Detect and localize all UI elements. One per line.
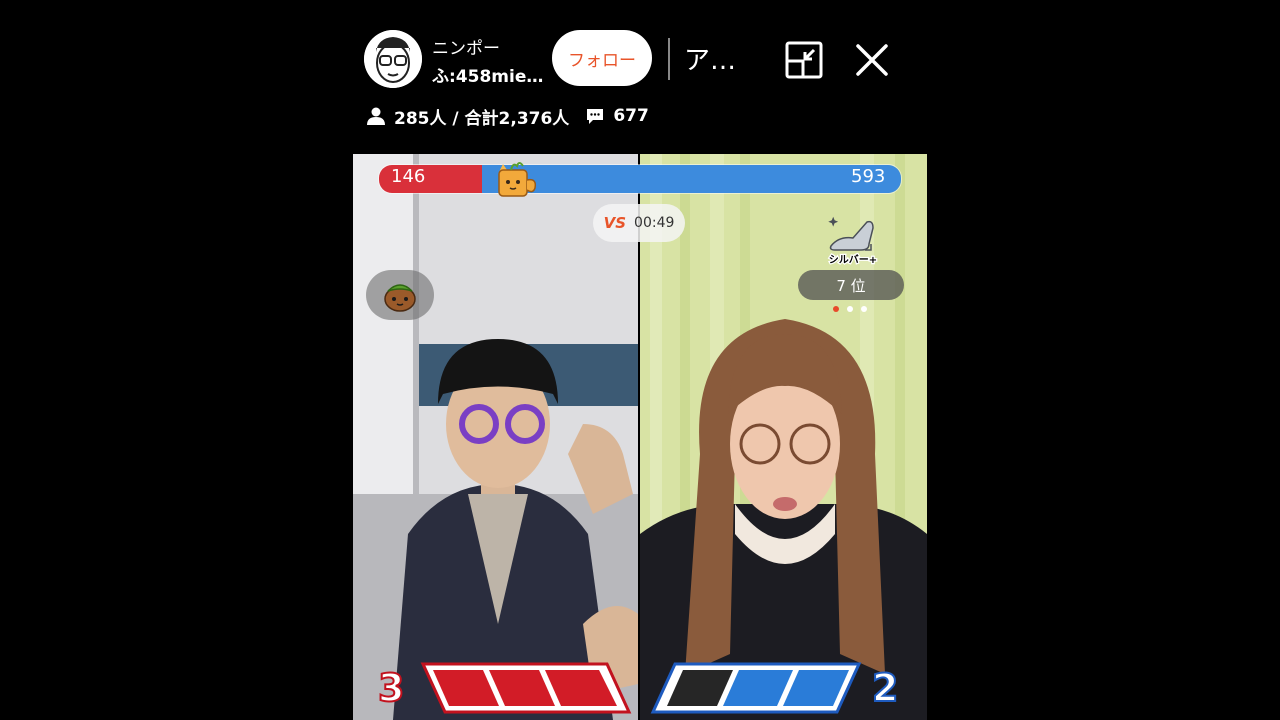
person-icon bbox=[367, 107, 385, 125]
battle-stage: 146 593 VS 00:49 シルバー+ 7 位 3 2 bbox=[353, 154, 927, 720]
carousel-dot bbox=[861, 306, 867, 312]
rank-badge-label: シルバー+ bbox=[829, 254, 877, 266]
left-win-streak-bar bbox=[420, 662, 632, 714]
battle-score-bar bbox=[378, 164, 902, 194]
follow-button[interactable]: フォロー bbox=[552, 30, 652, 86]
comment-count: 677 bbox=[613, 106, 649, 126]
vs-label: VS bbox=[603, 214, 627, 232]
streamer-avatar[interactable] bbox=[364, 30, 422, 88]
stream-header: ニンポー ふ:458mie… フォロー ア… bbox=[364, 28, 904, 92]
left-gift-badge[interactable] bbox=[366, 270, 434, 320]
carousel-dot bbox=[847, 306, 853, 312]
right-score: 593 bbox=[851, 166, 886, 187]
right-score-fill bbox=[482, 165, 901, 193]
streamer-subtitle: ふ:458mie… bbox=[432, 67, 544, 87]
right-win-streak-bar bbox=[650, 662, 862, 714]
battle-timer: VS 00:49 bbox=[593, 204, 685, 242]
acorn-mascot-icon bbox=[384, 284, 416, 312]
rank-badge[interactable]: 7 位 bbox=[798, 270, 904, 300]
right-video-scene bbox=[640, 154, 927, 720]
viewer-count: 285人 / 合計2,376人 bbox=[394, 108, 570, 129]
more-info-text[interactable]: ア… bbox=[684, 40, 736, 77]
right-win-count: 2 bbox=[871, 665, 899, 711]
carousel-dots bbox=[833, 306, 867, 312]
header-divider bbox=[668, 38, 670, 80]
comment-icon bbox=[587, 109, 604, 124]
right-video-panel[interactable] bbox=[640, 154, 927, 720]
left-video-scene bbox=[353, 154, 638, 720]
carousel-dot bbox=[833, 306, 839, 312]
close-icon[interactable] bbox=[854, 42, 890, 78]
timer-value: 00:49 bbox=[634, 215, 675, 231]
streamer-name: ニンポー bbox=[432, 39, 500, 59]
left-win-count: 3 bbox=[377, 665, 405, 711]
mascot-icon bbox=[493, 158, 539, 202]
silver-rank-icon: シルバー+ bbox=[825, 214, 881, 267]
left-score: 146 bbox=[391, 166, 426, 187]
left-video-panel[interactable] bbox=[353, 154, 638, 720]
stream-stats: 285人 / 合計2,376人 677 bbox=[366, 104, 649, 129]
minimize-icon[interactable] bbox=[784, 40, 824, 80]
